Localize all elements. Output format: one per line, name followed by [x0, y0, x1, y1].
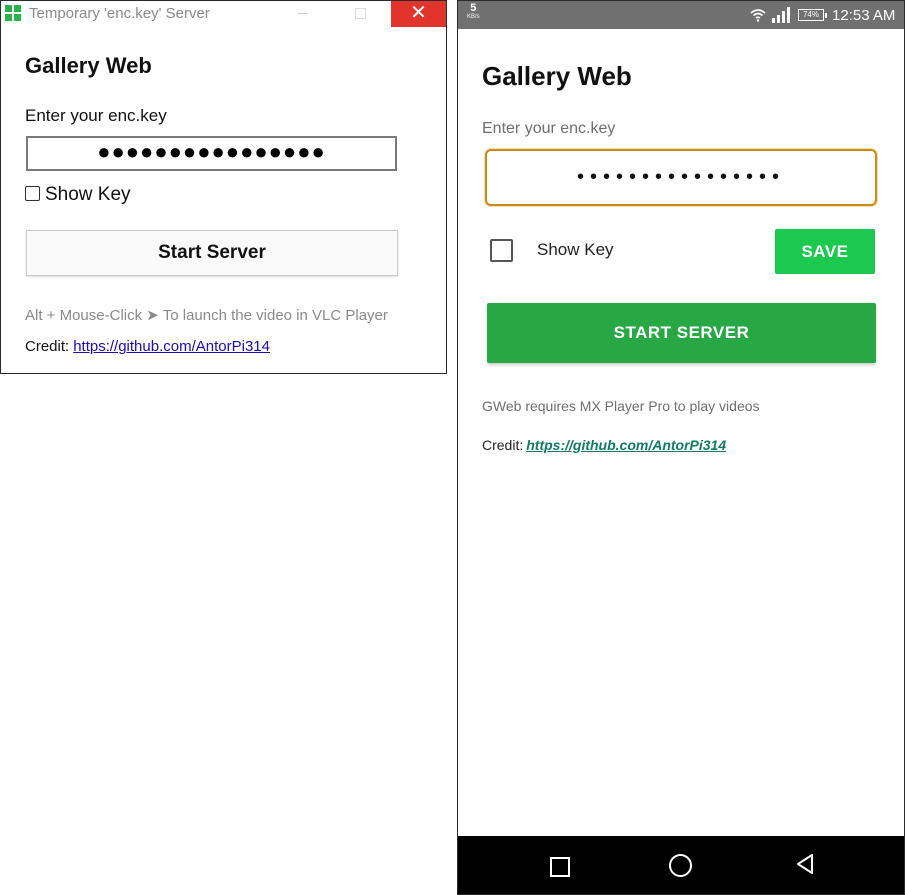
status-time: 12:53 AM [832, 7, 896, 24]
window-title: Temporary 'enc.key' Server [29, 5, 210, 22]
network-speed: 5 KB/s [467, 2, 480, 22]
home-circle-icon[interactable] [669, 854, 692, 877]
credit-line: Credit: https://github.com/AntorPi314 [25, 338, 270, 355]
network-speed-unit: KB/s [467, 14, 480, 20]
title-bar[interactable]: Temporary 'enc.key' Server ✕ [1, 1, 446, 27]
save-button[interactable]: SAVE [775, 229, 875, 274]
network-speed-value: 5 [470, 2, 477, 14]
back-triangle-icon[interactable] [795, 853, 815, 875]
wifi-icon [750, 9, 766, 22]
credit-label: Credit: [482, 437, 524, 453]
enc-key-input[interactable]: •••••••••••••••• [485, 149, 877, 206]
enc-key-input[interactable]: ●●●●●●●●●●●●●●●● [26, 136, 397, 171]
page-title: Gallery Web [25, 53, 152, 78]
enc-key-label: Enter your enc.key [482, 120, 616, 137]
start-server-button[interactable]: START SERVER [487, 303, 876, 363]
vlc-hint-text: Alt + Mouse-Click ➤ To launch the video … [25, 307, 388, 324]
app-grid-icon [5, 5, 21, 21]
enc-key-label: Enter your enc.key [25, 106, 167, 125]
navigation-bar [458, 836, 904, 894]
minimize-icon[interactable] [298, 13, 308, 14]
maximize-icon[interactable] [355, 8, 366, 19]
show-key-label[interactable]: Show Key [45, 184, 131, 206]
recents-square-icon[interactable] [550, 857, 570, 877]
status-bar: 5 KB/s 74% 12:53 AM [458, 1, 904, 29]
credit-line: Credit: https://github.com/AntorPi314 [482, 437, 726, 453]
show-key-label[interactable]: Show Key [537, 240, 614, 260]
credit-label: Credit: [25, 338, 70, 355]
show-key-checkbox[interactable] [490, 239, 513, 262]
signal-icon [772, 7, 790, 23]
credit-link[interactable]: https://github.com/AntorPi314 [526, 437, 726, 453]
start-server-button[interactable]: Start Server [26, 230, 398, 276]
battery-icon: 74% [798, 9, 827, 21]
credit-link[interactable]: https://github.com/AntorPi314 [73, 338, 270, 355]
close-button[interactable]: ✕ [391, 1, 446, 27]
show-key-checkbox[interactable] [25, 186, 40, 201]
page-title: Gallery Web [482, 61, 632, 91]
phone-screen: 5 KB/s 74% 12:53 AM Gallery Web Enter yo… [457, 0, 905, 895]
desktop-window: Temporary 'enc.key' Server ✕ Gallery Web… [0, 0, 447, 374]
mx-player-hint-text: GWeb requires MX Player Pro to play vide… [482, 398, 760, 414]
